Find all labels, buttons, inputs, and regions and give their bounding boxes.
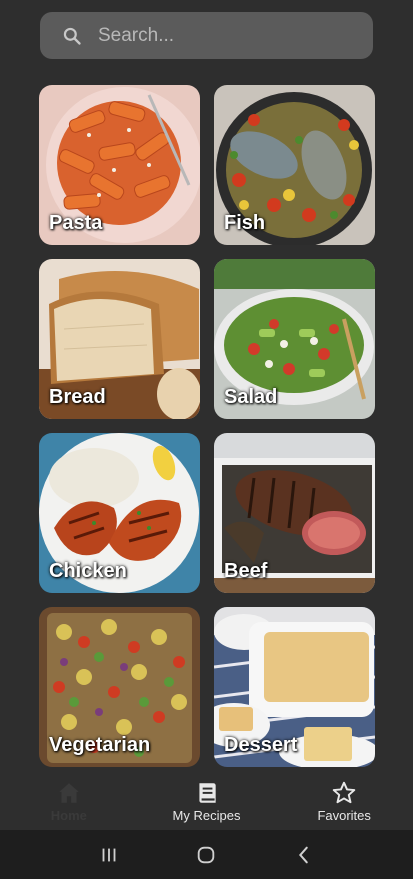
category-label: Dessert <box>224 734 298 756</box>
bottom-navigation: Home My Recipes Favorites <box>0 772 413 830</box>
home-circle-icon[interactable] <box>195 844 217 866</box>
category-label: Vegetarian <box>49 734 151 756</box>
category-label: Salad <box>224 386 278 408</box>
nav-favorites[interactable]: Favorites <box>275 772 413 830</box>
category-grid: Pasta Fish Bread Salad Chicken Beef Vege… <box>39 85 375 767</box>
star-icon <box>332 781 356 803</box>
category-tile-beef[interactable]: Beef <box>214 433 375 593</box>
category-tile-salad[interactable]: Salad <box>214 259 375 419</box>
search-input[interactable] <box>96 23 340 48</box>
category-label: Pasta <box>49 212 103 234</box>
search-icon <box>63 27 81 45</box>
category-label: Chicken <box>49 560 127 582</box>
system-navigation-bar <box>0 830 413 879</box>
category-label: Fish <box>224 212 266 234</box>
back-icon[interactable] <box>293 844 315 866</box>
category-tile-pasta[interactable]: Pasta <box>39 85 200 245</box>
nav-my-recipes[interactable]: My Recipes <box>138 772 276 830</box>
book-icon <box>198 782 216 803</box>
category-label: Bread <box>49 386 106 408</box>
nav-home-label: Home <box>50 807 87 823</box>
category-tile-fish[interactable]: Fish <box>214 85 375 245</box>
nav-my-recipes-label: My Recipes <box>172 807 241 823</box>
category-label: Beef <box>224 560 268 582</box>
category-tile-vegetarian[interactable]: Vegetarian <box>39 607 200 767</box>
recent-apps-icon[interactable] <box>98 844 120 866</box>
category-tile-dessert[interactable]: Dessert <box>214 607 375 767</box>
category-tile-chicken[interactable]: Chicken <box>39 433 200 593</box>
category-tile-bread[interactable]: Bread <box>39 259 200 419</box>
nav-favorites-label: Favorites <box>317 807 371 823</box>
nav-home[interactable]: Home <box>0 772 138 830</box>
search-bar[interactable] <box>40 12 373 59</box>
home-icon <box>59 782 79 803</box>
